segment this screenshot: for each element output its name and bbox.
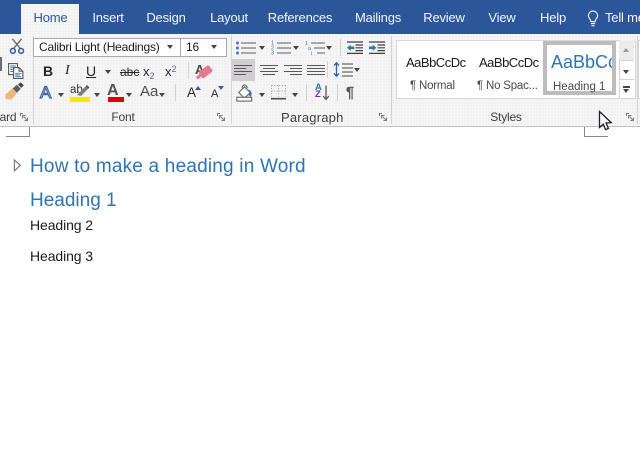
svg-text:i: i [311,51,312,55]
svg-text:3: 3 [271,51,274,56]
